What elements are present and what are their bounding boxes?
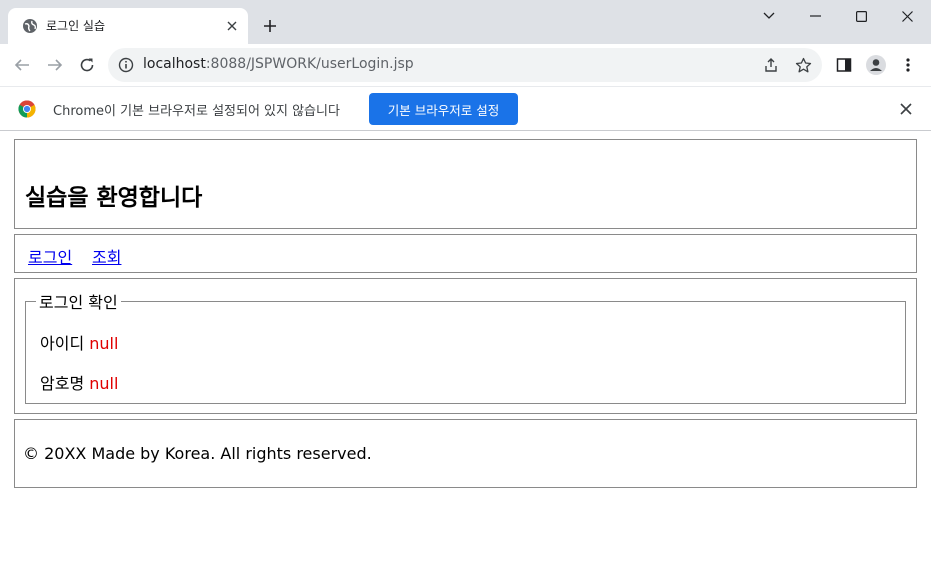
page-content: 실습을 환영합니다 로그인 조회 로그인 확인 아이디 null 암호명 nul…	[0, 131, 931, 577]
infobar-message: Chrome이 기본 브라우저로 설정되어 있지 않습니다	[53, 104, 340, 119]
browser-tab[interactable]: 로그인 실습	[8, 8, 248, 44]
login-section: 로그인 확인 아이디 null 암호명 null	[14, 278, 917, 414]
fieldset-legend: 로그인 확인	[39, 293, 118, 312]
forward-arrow-icon[interactable]	[42, 52, 68, 78]
minimize-icon[interactable]	[792, 0, 838, 32]
field-label: 아이디	[40, 334, 85, 353]
star-icon[interactable]	[793, 55, 813, 75]
url-host: localhost	[143, 56, 206, 72]
url-text: localhost:8088/JSPWORK/userLogin.jsp	[143, 56, 414, 72]
back-arrow-icon[interactable]	[9, 52, 35, 78]
footer-copyright: © 20XX Made by Korea. All rights reserve…	[23, 444, 372, 463]
field-row-password: 암호명 null	[40, 370, 118, 394]
globe-icon	[22, 18, 38, 34]
page-title: 실습을 환영합니다	[25, 185, 203, 211]
default-browser-infobar: Chrome이 기본 브라우저로 설정되어 있지 않습니다 기본 브라우저로 설…	[0, 86, 931, 131]
page-nav: 로그인 조회	[14, 234, 917, 273]
close-icon[interactable]	[896, 99, 916, 119]
chevron-down-icon[interactable]	[746, 0, 792, 32]
login-check-fieldset: 로그인 확인 아이디 null 암호명 null	[25, 289, 906, 404]
address-bar[interactable]: localhost:8088/JSPWORK/userLogin.jsp	[108, 48, 822, 82]
browser-toolbar: localhost:8088/JSPWORK/userLogin.jsp	[0, 44, 931, 86]
set-default-browser-button[interactable]: 기본 브라우저로 설정	[369, 93, 518, 125]
chrome-logo-icon	[18, 100, 36, 118]
maximize-icon[interactable]	[838, 0, 884, 32]
share-icon[interactable]	[761, 55, 781, 75]
url-path: :8088/JSPWORK/userLogin.jsp	[205, 56, 414, 72]
plus-icon[interactable]	[258, 14, 282, 38]
nav-link-login[interactable]: 로그인	[28, 244, 72, 268]
info-icon[interactable]	[118, 57, 134, 73]
nav-link-inquiry[interactable]: 조회	[92, 244, 121, 268]
profile-icon[interactable]	[863, 52, 889, 78]
field-row-id: 아이디 null	[40, 330, 118, 354]
field-value: null	[89, 334, 119, 353]
page-header: 실습을 환영합니다	[14, 139, 917, 229]
field-value: null	[89, 374, 119, 393]
tab-title: 로그인 실습	[46, 19, 106, 33]
close-icon[interactable]	[222, 16, 242, 36]
tab-strip: 로그인 실습	[0, 0, 931, 44]
close-window-icon[interactable]	[884, 0, 930, 32]
page-footer: © 20XX Made by Korea. All rights reserve…	[14, 419, 917, 488]
kebab-menu-icon[interactable]	[895, 52, 921, 78]
reload-icon[interactable]	[74, 52, 100, 78]
side-panel-icon[interactable]	[831, 52, 857, 78]
field-label: 암호명	[40, 374, 85, 393]
